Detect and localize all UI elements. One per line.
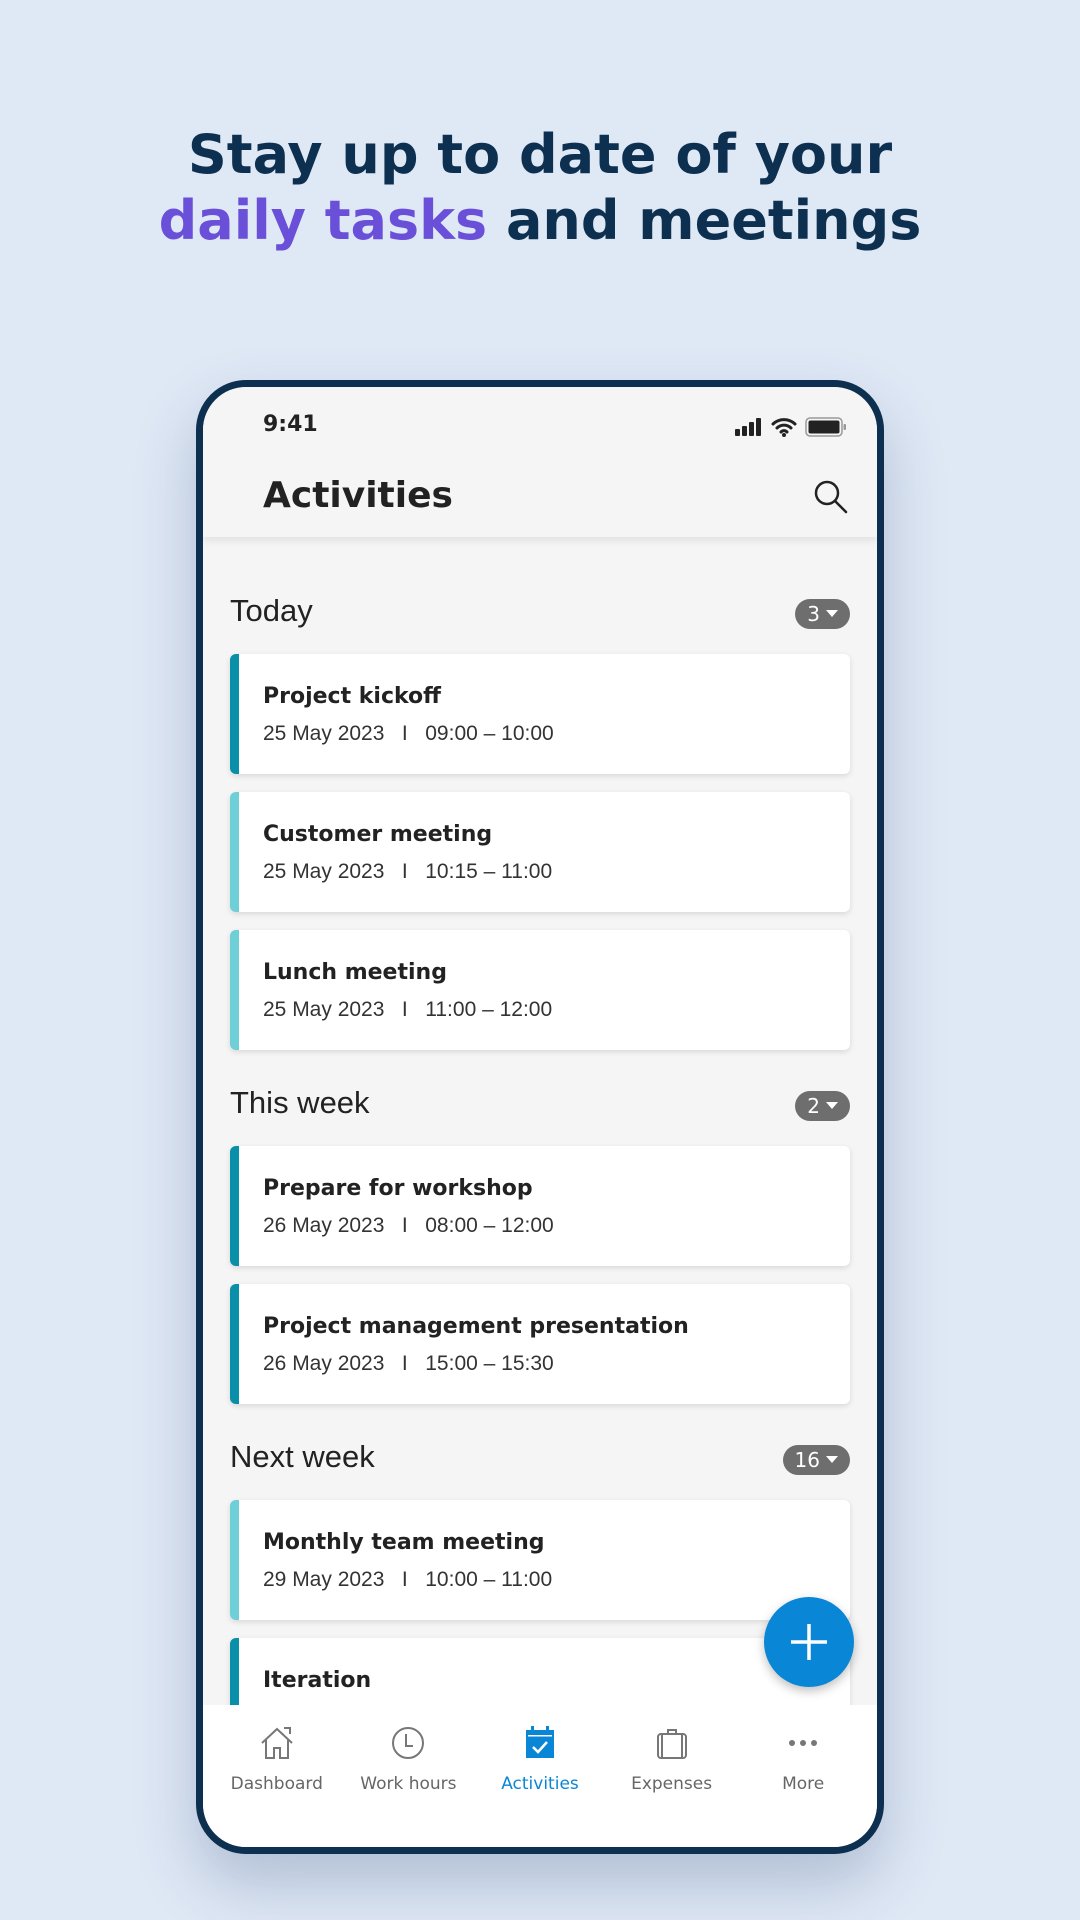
activity-date-time: 26 May 2023 I 15:00 – 15:30: [263, 1352, 554, 1375]
activity-title: Iteration: [263, 1668, 372, 1693]
add-activity-button[interactable]: [764, 1597, 854, 1687]
headline-line-1: Stay up to date of your: [187, 123, 893, 186]
search-icon[interactable]: [813, 479, 849, 515]
nav-dashboard[interactable]: Dashboard: [211, 1705, 343, 1847]
bottom-nav: Dashboard Work hours Activities Expenses Mor…: [203, 1705, 877, 1847]
signal-icon: [735, 418, 761, 436]
nav-label: Work hours: [360, 1774, 457, 1794]
status-time: 9:41: [263, 412, 318, 437]
count: 2: [807, 1094, 820, 1118]
headline-rest: and meetings: [487, 189, 922, 252]
section-count-badge[interactable]: 3: [795, 599, 850, 629]
section-count-badge[interactable]: 2: [795, 1091, 850, 1121]
headline-accent: daily tasks: [158, 189, 488, 252]
activity-card[interactable]: Prepare for workshop 26 May 2023 I 08:00 …: [230, 1146, 850, 1266]
activity-date-time: 26 May 2023 I 08:00 – 12:00: [263, 1214, 554, 1237]
wifi-icon: [771, 418, 797, 437]
more-icon: [783, 1723, 823, 1768]
activity-card[interactable]: Project management presentation 26 May 20…: [230, 1284, 850, 1404]
activity-title: Prepare for workshop: [263, 1176, 533, 1201]
activity-card[interactable]: Customer meeting 25 May 2023 I 10:15 – 11…: [230, 792, 850, 912]
status-icons: [735, 417, 847, 437]
nav-activities[interactable]: Activities: [474, 1705, 606, 1847]
activity-date-time: 29 May 2023 I 10:00 – 11:00: [263, 1568, 553, 1591]
home-icon: [257, 1723, 297, 1768]
plus-icon: [791, 1624, 827, 1660]
caret-down-icon: [826, 1456, 838, 1463]
activity-title: Project management presentation: [263, 1314, 689, 1339]
nav-label: More: [782, 1774, 825, 1794]
briefcase-icon: [652, 1723, 692, 1768]
clock-icon: [388, 1723, 428, 1768]
caret-down-icon: [826, 610, 838, 617]
section-heading: Today: [230, 593, 313, 628]
count: 3: [807, 602, 820, 626]
activity-title: Customer meeting: [263, 822, 493, 847]
section-heading: This week: [230, 1085, 370, 1120]
activity-date-time: 25 May 2023 I 11:00 – 12:00: [263, 998, 553, 1021]
section-count-badge[interactable]: 16: [782, 1445, 850, 1475]
caret-down-icon: [826, 1102, 838, 1109]
headline-line-2: daily tasks and meetings: [0, 188, 1080, 254]
nav-label: Expenses: [631, 1774, 713, 1794]
activity-card[interactable]: Monthly team meeting 29 May 2023 I 10:00 …: [230, 1500, 850, 1620]
nav-work-hours[interactable]: Work hours: [343, 1705, 475, 1847]
app-header: 9:41 Activities: [203, 387, 877, 537]
battery-icon: [805, 417, 846, 437]
activity-card[interactable]: Project kickoff 25 May 2023 I 09:00 – 10:…: [230, 654, 850, 774]
phone-frame: Today 3 Project kickoff 25 May 2023 I 09:00…: [196, 380, 884, 1854]
calendar-check-icon: [520, 1723, 560, 1768]
activity-title: Lunch meeting: [263, 960, 447, 985]
activity-date-time: 25 May 2023 I 10:15 – 11:00: [263, 860, 553, 883]
nav-label: Dashboard: [230, 1774, 323, 1794]
nav-expenses[interactable]: Expenses: [606, 1705, 738, 1847]
activity-date-time: 25 May 2023 I 09:00 – 10:00: [263, 722, 554, 745]
activity-title: Monthly team meeting: [263, 1530, 545, 1555]
section-heading: Next week: [230, 1439, 375, 1474]
activity-card[interactable]: Lunch meeting 25 May 2023 I 11:00 – 12:00: [230, 930, 850, 1050]
nav-more[interactable]: More: [737, 1705, 869, 1847]
activity-title: Project kickoff: [263, 684, 441, 709]
page-title: Activities: [263, 475, 453, 516]
nav-label: Activities: [501, 1774, 579, 1794]
count: 16: [794, 1448, 820, 1472]
